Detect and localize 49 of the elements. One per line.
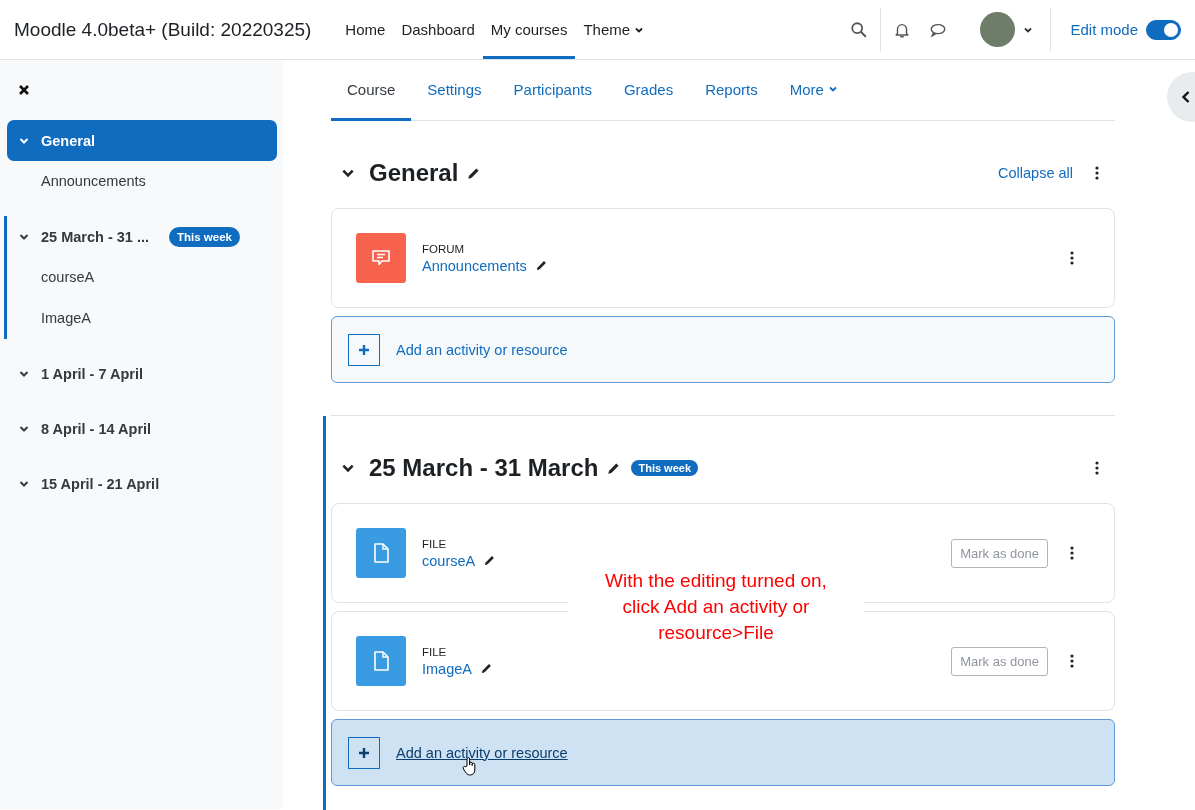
more-options-icon[interactable] [1070,546,1074,560]
collapse-all-link[interactable]: Collapse all [998,165,1073,181]
more-options-icon[interactable] [1070,251,1074,265]
course-tab[interactable]: Course [331,60,412,121]
course-index-section[interactable]: 25 March - 31 ... This week [7,216,277,257]
add-activity-link[interactable]: Add an activity or resource [396,341,568,358]
activity-link[interactable]: Announcements [422,257,527,274]
add-activity-panel[interactable]: Add an activity or resource [331,316,1115,383]
course-index-section[interactable]: 1 April - 7 April [7,353,277,394]
plus-icon[interactable] [348,333,380,366]
course-tab[interactable]: Settings [411,60,498,121]
nav-link[interactable]: Home [337,0,394,59]
course-index-item[interactable]: ImageA [7,298,283,339]
more-options-icon[interactable] [1095,166,1099,180]
this-week-badge: This week [169,226,240,247]
chevron-left-icon[interactable] [1181,90,1191,104]
add-activity-link[interactable]: Add an activity or resource [396,744,568,761]
activity-link[interactable]: courseA [422,552,476,569]
edit-mode-label: Edit mode [1070,21,1138,38]
activity-type-label: FILE [422,645,448,658]
more-options-icon[interactable] [1070,654,1074,668]
course-index-item[interactable]: courseA [7,257,283,298]
nav-link[interactable]: My courses [482,0,576,59]
pencil-icon[interactable] [534,259,548,272]
close-icon[interactable] [18,84,30,96]
course-tab[interactable]: Grades [607,60,690,121]
course-index-section[interactable]: 8 April - 14 April [7,408,277,449]
course-tab[interactable]: More [773,60,854,121]
plus-icon[interactable] [348,736,380,769]
this-week-badge: This week [631,460,698,476]
activity-type-label: FILE [422,537,448,550]
avatar-icon[interactable] [980,12,1016,47]
add-activity-panel[interactable]: Add an activity or resource [331,719,1115,786]
nav-link[interactable]: Dashboard [393,0,483,59]
pencil-icon[interactable] [480,662,493,675]
course-index-item[interactable]: Announcements [7,161,283,202]
course-tab[interactable]: Reports [689,60,774,121]
search-icon[interactable] [850,20,869,39]
course-tab[interactable]: Participants [497,60,608,121]
nav-link[interactable]: Theme [575,0,653,59]
section-title: General [369,159,459,187]
activity-link[interactable]: ImageA [422,660,472,677]
edit-mode-toggle[interactable] [1146,19,1181,40]
activity-type-label: FORUM [422,242,466,255]
site-title[interactable]: Moodle 4.0beta+ (Build: 20220325) [14,18,312,41]
more-options-icon[interactable] [1095,461,1099,475]
section-title: 25 March - 31 March [369,454,599,482]
course-index-section[interactable]: 15 April - 21 April [7,463,277,504]
course-index-section[interactable]: General [7,120,277,161]
